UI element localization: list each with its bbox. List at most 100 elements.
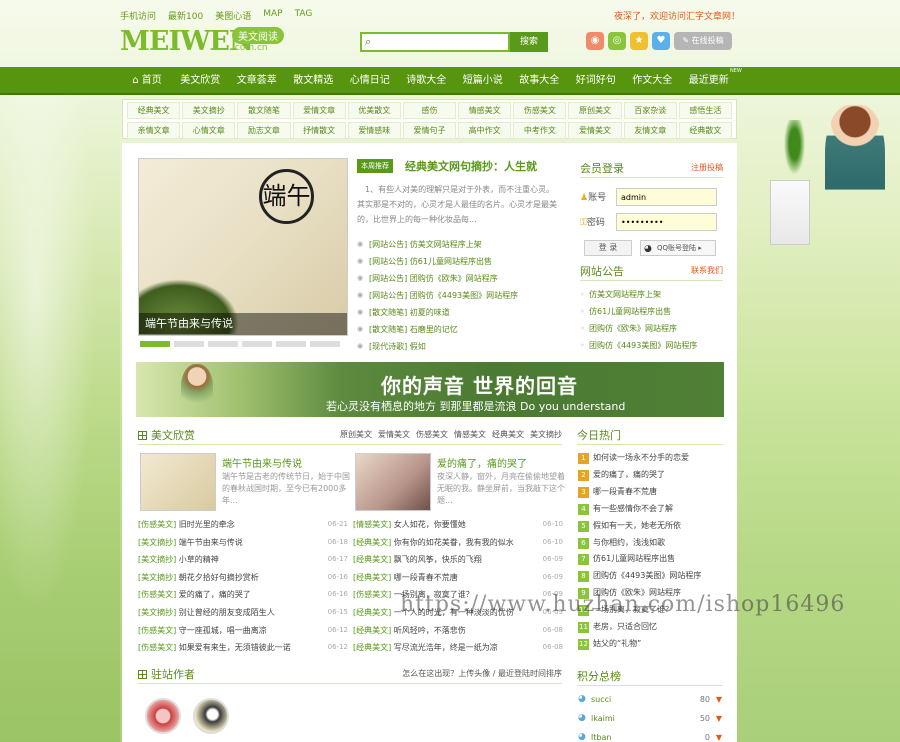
heart-icon[interactable]: ♥ — [652, 32, 670, 50]
featured-article[interactable]: 端午节由来与传说 端午节是古老的传统节日，始于中国的春秋战国时期，至今已有200… — [140, 453, 350, 511]
category-link[interactable]: 爱情美文 — [568, 122, 622, 139]
site-logo[interactable]: MEIWEN 美文阅读 .com.cn — [120, 27, 295, 57]
weibo-icon[interactable]: ◉ — [586, 32, 604, 50]
tencent-weibo-icon[interactable]: ◎ — [608, 32, 626, 50]
hot-item[interactable]: 3 哪一段青春不荒唐 — [578, 484, 724, 501]
hot-item-title[interactable]: 仿61儿童网站程序出售 — [593, 554, 675, 563]
category-link[interactable]: 感伤 — [402, 102, 457, 119]
nav-item-phrases[interactable]: 好词好句 — [568, 67, 625, 95]
score-user[interactable]: succi — [591, 695, 611, 704]
list-item[interactable]: [经典美文] 听风轻吟，不落悲伤 06-08 — [353, 622, 563, 640]
list-item[interactable]: [情感美文] 女人如花，你要懂她 06-10 — [353, 516, 563, 534]
article-category[interactable]: [经典美文] — [353, 643, 391, 652]
article-title[interactable]: 旧时光里的牵念 — [179, 520, 235, 529]
nav-item-collection[interactable]: 文章荟萃 — [229, 67, 286, 95]
hot-item-title[interactable]: 团购仿《4493美图》网站程序 — [593, 571, 701, 580]
slider-dot[interactable] — [310, 341, 340, 347]
category-link[interactable]: 中考作文 — [513, 122, 567, 139]
score-user[interactable]: ltban — [591, 733, 611, 742]
featured-slider[interactable]: 端午 端午节由来与传说 — [138, 158, 348, 336]
article-tab[interactable]: 经典美文 — [492, 429, 524, 440]
category-link[interactable]: 亲情文章 — [127, 122, 181, 139]
category-link[interactable]: 优美散文 — [347, 102, 401, 119]
category-link[interactable]: 抒情散文 — [292, 122, 346, 139]
notice-item[interactable]: [散文随笔] 初夏的味道 — [357, 304, 567, 321]
promo-banner[interactable]: 你的声音 世界的回音 若心灵没有栖息的地方 到那里都是流浪 Do you und… — [136, 362, 724, 417]
hot-item-title[interactable]: 爱的痛了，痛的哭了 — [593, 470, 665, 479]
list-item[interactable]: [经典美文] 你有你的如花美眷，我有我的似水 06-10 — [353, 534, 563, 552]
list-item[interactable]: [经典美文] 写尽流光浩年，终是一纸为凉 06-08 — [353, 639, 563, 657]
hot-item[interactable]: 2 爱的痛了，痛的哭了 — [578, 467, 724, 484]
category-link[interactable]: 爱情感味 — [347, 122, 401, 139]
score-row[interactable]: ltban 0 ▼ — [578, 728, 724, 742]
slider-dot[interactable] — [208, 341, 238, 347]
hot-item[interactable]: 6 与你相约，浅浅如歌 — [578, 535, 724, 552]
slider-dot[interactable] — [242, 341, 272, 347]
nav-item-home[interactable]: ⌂ 首页 — [122, 67, 172, 95]
top-link-mobile[interactable]: 手机访问 — [120, 9, 156, 22]
article-title[interactable]: 你有你的如花美眷，我有我的似水 — [394, 538, 514, 547]
notice-item[interactable]: [网站公告] 团购仿《欧朱》网站程序 — [357, 270, 567, 287]
article-title[interactable]: 听风轻吟，不落悲伤 — [394, 626, 466, 635]
top-link-tag[interactable]: TAG — [295, 9, 313, 22]
notice-item[interactable]: [网站公告] 仿61儿童网站程序出售 — [357, 253, 567, 270]
article-category[interactable]: [美文摘抄] — [138, 555, 176, 564]
login-button[interactable]: 登 录 — [584, 240, 632, 256]
article-title[interactable]: 别让曾经的朋友变成陌生人 — [179, 608, 275, 617]
featured-article[interactable]: 爱的痛了，痛的哭了 夜深人静，窗外，月亮在偷偷地望着无眠的我。静坐屏前，当我敲下… — [355, 453, 565, 511]
article-title[interactable]: 女人如花，你要懂她 — [394, 520, 466, 529]
nav-item-poetry[interactable]: 诗歌大全 — [398, 67, 455, 95]
category-link[interactable]: 友情文章 — [623, 122, 677, 139]
score-row[interactable]: lkaimi 50 ▼ — [578, 709, 724, 728]
hot-item-title[interactable]: 老房，只适合回忆 — [593, 622, 657, 631]
hot-item[interactable]: 1 如何读一场永不分手的恋爱 — [578, 450, 724, 467]
slider-dot[interactable] — [276, 341, 306, 347]
list-item[interactable]: [伤感美文] 旧时光里的牵念 06-21 — [138, 516, 348, 534]
category-link[interactable]: 高中作文 — [458, 122, 512, 139]
featured-article-title[interactable]: 端午节由来与传说 — [222, 455, 302, 470]
article-category[interactable]: [美文摘抄] — [138, 538, 176, 547]
site-notice-item[interactable]: 仿美文网站程序上架 — [580, 286, 723, 303]
notice-item[interactable]: [网站公告] 仿美文网站程序上架 — [357, 236, 567, 253]
list-item[interactable]: [美文摘抄] 小草的精神 06-17 — [138, 551, 348, 569]
list-item[interactable]: [经典美文] 哪一段青春不荒唐 06-09 — [353, 569, 563, 587]
account-input[interactable] — [616, 188, 717, 206]
hot-item[interactable]: 5 假如有一天，她老无所依 — [578, 518, 724, 535]
notice-item[interactable]: [网站公告] 团购仿《4493美图》网站程序 — [357, 287, 567, 304]
slider-dot[interactable] — [140, 341, 170, 347]
article-category[interactable]: [伤感美文] — [138, 643, 176, 652]
online-submit-button[interactable]: ✎ 在线投稿 — [674, 32, 732, 50]
password-input[interactable] — [616, 213, 717, 231]
category-link[interactable]: 感悟生活 — [678, 102, 732, 119]
article-title[interactable]: 朝花夕拾好句摘抄赏析 — [179, 573, 259, 582]
star-icon[interactable]: ★ — [630, 32, 648, 50]
category-link[interactable]: 原创美文 — [568, 102, 622, 119]
category-link[interactable]: 爱情文章 — [292, 102, 346, 119]
article-category[interactable]: [伤感美文] — [138, 590, 176, 599]
article-category[interactable]: [情感美文] — [353, 520, 391, 529]
article-title[interactable]: 写尽流光浩年，终是一纸为凉 — [394, 643, 498, 652]
hot-item-title[interactable]: 姑父的“礼物” — [593, 639, 641, 648]
nav-item-essays[interactable]: 作文大全 — [624, 67, 681, 95]
score-user[interactable]: lkaimi — [591, 714, 615, 723]
hot-item-title[interactable]: 有一些感情你不会了解 — [593, 504, 673, 513]
contact-link[interactable]: 联系我们 — [691, 265, 723, 276]
list-item[interactable]: [美文摘抄] 别让曾经的朋友变成陌生人 06-15 — [138, 604, 348, 622]
article-category[interactable]: [伤感美文] — [138, 520, 176, 529]
list-item[interactable]: [伤感美文] 爱的痛了，痛的哭了 06-16 — [138, 586, 348, 604]
article-category[interactable]: [经典美文] — [353, 538, 391, 547]
recommend-title[interactable]: 经典美文网句摘抄：人生就 — [405, 158, 537, 174]
article-category[interactable]: [伤感美文] — [353, 590, 391, 599]
qq-login-button[interactable]: ◕ QQ账号登陆 ▸ — [640, 240, 716, 256]
list-item[interactable]: [美文摘抄] 朝花夕拾好句摘抄赏析 06-16 — [138, 569, 348, 587]
category-link[interactable]: 伤感美文 — [513, 102, 567, 119]
category-link[interactable]: 爱情句子 — [402, 122, 457, 139]
category-link[interactable]: 经典散文 — [678, 122, 732, 139]
notice-item[interactable]: [散文随笔] 石磨里的记忆 — [357, 321, 567, 338]
category-link[interactable]: 心情文章 — [182, 122, 236, 139]
hot-item[interactable]: 11 老房，只适合回忆 — [578, 619, 724, 636]
list-item[interactable]: [伤感美文] 如果爱有来生，无须错彼此一诺 06-12 — [138, 639, 348, 657]
article-tab[interactable]: 原创美文 — [340, 429, 372, 440]
category-link[interactable]: 百家杂谈 — [623, 102, 677, 119]
article-category[interactable]: [经典美文] — [353, 573, 391, 582]
